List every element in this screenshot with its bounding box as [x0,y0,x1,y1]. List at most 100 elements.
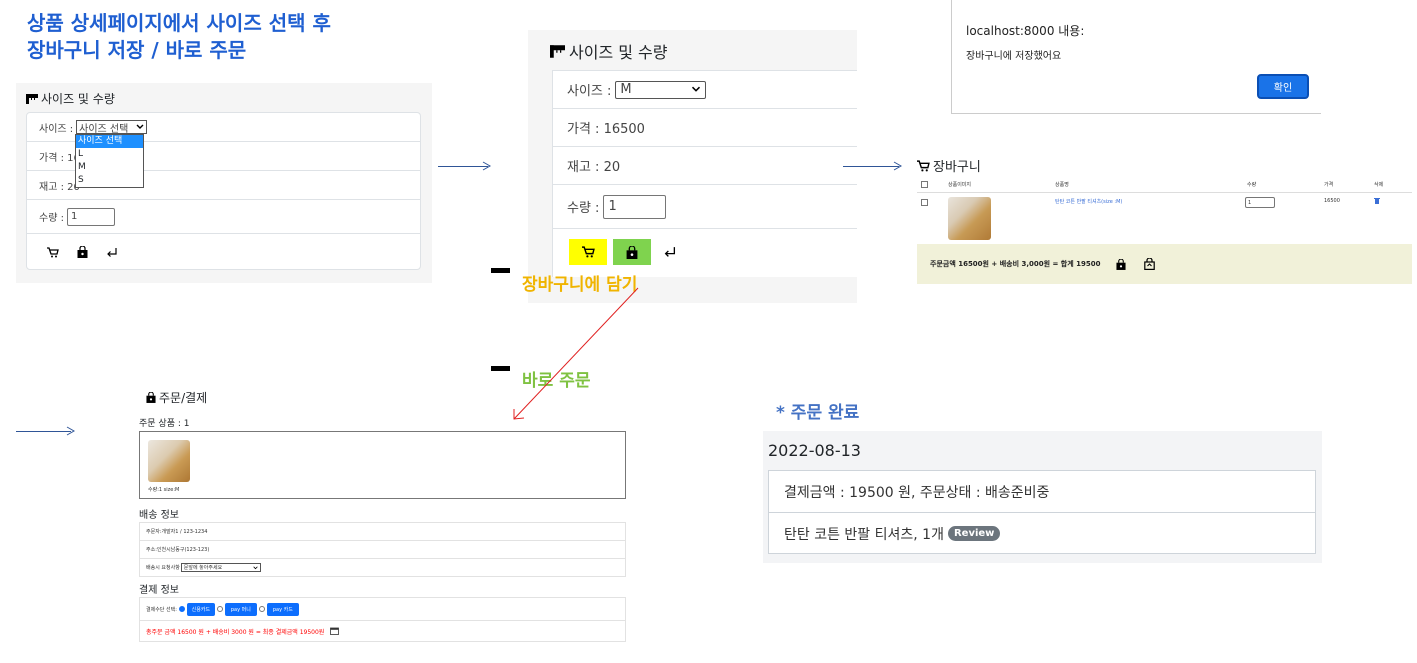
size-option[interactable]: M [76,161,143,174]
order-complete-title: * 주문 완료 [776,403,860,423]
cart-price: 16500 [1324,198,1340,204]
bag-icon[interactable] [1116,258,1127,270]
return-arrow-icon[interactable] [663,246,677,258]
shipping-title: 배송 정보 [139,510,179,521]
payment-table: 결제수단 선택: 신용카드 pay 머니 pay 카드 총주문 금액 16500… [139,597,626,642]
flow-arrow-head [66,426,76,436]
cart-table-header: 상품이미지 상품명 수량 가격 삭제 [917,178,1412,193]
cart-icon [581,246,595,258]
return-arrow-icon[interactable] [106,247,118,258]
bag-icon[interactable] [77,246,88,258]
size-panel-1: 사이즈 및 수량 사이즈 : 사이즈 선택 가격 : 16 재고 : 20 수량… [16,83,432,283]
chevron-down-icon [253,565,258,569]
final-total-text: 총주문 금액 16500 원 + 배송비 3000 원 = 최종 결제금액 19… [146,628,325,636]
size-option[interactable]: 사이즈 선택 [76,135,143,148]
price-label: 가격 : 16500 [567,122,645,137]
size-label: 사이즈 : [567,84,612,99]
alert-ok-button[interactable]: 확인 [1257,74,1309,99]
payment-method-label: 결제수단 선택: [146,606,177,613]
size-option[interactable]: S [76,174,143,187]
calendar-icon[interactable] [330,627,340,635]
checkout-panel: 주문/결제 주문 상품 : 1 수량:1 size:M 배송 정보 주문자:개발… [139,386,628,642]
flow-arrow-head [482,161,492,171]
col-name: 상품명 [1055,182,1069,188]
checkout-product-image [148,440,190,482]
bag-icon [146,392,156,403]
chevron-down-icon [136,124,144,129]
flow-arrow [843,166,899,167]
radio[interactable] [216,606,223,612]
cart-qty-input[interactable]: 1 [1245,197,1275,208]
panel1-title: 사이즈 및 수량 [26,90,115,107]
alert-dialog: localhost:8000 내용: 장바구니에 저장했어요 확인 [951,0,1321,114]
alert-title: localhost:8000 내용: [966,24,1085,38]
qty-label: 수량 : [39,213,64,224]
order-complete-panel: 2022-08-13 결제금액 : 19500 원, 주문상태 : 배송준비중 … [763,431,1322,563]
size-select[interactable]: M [615,80,707,99]
pay-method-money[interactable]: pay 머니 [224,602,257,616]
flow-arrow [438,166,488,167]
cart-panel: 장바구니 상품이미지 상품명 수량 가격 삭제 탄탄 코튼 반팔 티셔츠(siz… [917,148,1412,284]
ruler-icon [550,44,565,58]
chevron-down-icon [692,86,701,92]
price-label: 가격 : 16 [39,152,80,164]
order-list: 결제금액 : 19500 원, 주문상태 : 배송준비중 탄탄 코튼 반팔 티셔… [768,470,1316,554]
size-label: 사이즈 : [39,123,74,135]
size-option[interactable]: L [76,148,143,161]
item-caption: 수량:1 size:M [148,487,180,493]
col-price: 가격 [1324,182,1334,188]
flow-arrow-head [893,161,903,171]
size-panel-2: 사이즈 및 수량 사이즈 : M 가격 : 16500 재고 : 20 수량 :… [528,30,857,303]
qty-label: 수량 : [567,201,600,216]
stock-label: 재고 : 20 [567,160,621,175]
shipping-table: 주문자:개발자1 / 123-1234 주소:인천시남동구(123-123) 배… [139,522,626,577]
item-checkbox[interactable] [921,199,928,206]
cart-title: 장바구니 [917,156,981,175]
order-item: 탄탄 코튼 반팔 티셔츠, 1개 [784,526,944,543]
panel1-title-text: 사이즈 및 수량 [41,92,115,106]
pay-method-paycard[interactable]: pay 카드 [266,602,299,616]
review-badge[interactable]: Review [947,526,1001,541]
heading-line1: 상품 상세페이지에서 사이즈 선택 후 [27,11,331,35]
alert-message: 장바구니에 저장했어요 [966,51,1062,62]
request-select[interactable]: 문앞에 놓아주세요 [180,563,261,572]
cart-icon [917,159,930,171]
buy-now-button[interactable] [613,239,651,265]
select-all-checkbox[interactable] [921,181,928,188]
cart-total-text: 주문금액 16500원 + 배송비 3,000원 = 합계 19500 [930,260,1101,268]
col-delete: 삭제 [1374,182,1384,188]
order-date: 2022-08-13 [768,441,861,460]
checkout-title: 주문/결제 [146,389,207,406]
add-cart-button[interactable] [569,239,607,265]
address-info: 주소:인천시남동구(123-123) [146,547,210,553]
ruler-icon [26,93,38,104]
bag-icon [626,245,638,259]
cart-icon[interactable] [47,246,59,258]
col-qty: 수량 [1247,182,1257,188]
heading-line2: 장바구니 저장 / 바로 주문 [27,38,247,62]
size-dropdown-list: 사이즈 선택 L M S [75,134,144,188]
panel2-title: 사이즈 및 수량 [550,39,668,63]
trash-icon[interactable] [1374,197,1380,204]
qty-input[interactable]: 1 [603,194,667,219]
radio[interactable] [258,606,265,612]
panel2-card: 사이즈 : M 가격 : 16500 재고 : 20 수량 : 1 [552,70,857,277]
cart-row: 탄탄 코튼 반팔 티셔츠(size :M) 1 16500 [917,193,1412,243]
payment-title: 결제 정보 [139,585,179,596]
bag-outline-icon[interactable] [1144,258,1156,270]
request-label: 배송시 요청사항 [146,565,180,571]
radio-selected[interactable] [178,606,185,612]
order-summary: 결제금액 : 19500 원, 주문상태 : 배송준비중 [784,484,1050,501]
qty-input[interactable]: 1 [66,207,115,226]
panel2-title-text: 사이즈 및 수량 [569,43,668,62]
size-select[interactable]: 사이즈 선택 [76,120,148,135]
orderer-info: 주문자:개발자1 / 123-1234 [146,529,208,535]
pay-method-card[interactable]: 신용카드 [186,602,215,616]
flow-arrow [16,431,71,432]
order-items-box: 수량:1 size:M [139,431,626,499]
page-heading: 상품 상세페이지에서 사이즈 선택 후 장바구니 저장 / 바로 주문 [27,10,331,64]
stock-label: 재고 : 20 [39,181,80,193]
product-name-link[interactable]: 탄탄 코튼 반팔 티셔츠(size :M) [1055,198,1122,205]
order-items-label: 주문 상품 : 1 [139,419,190,429]
product-image [948,197,991,240]
